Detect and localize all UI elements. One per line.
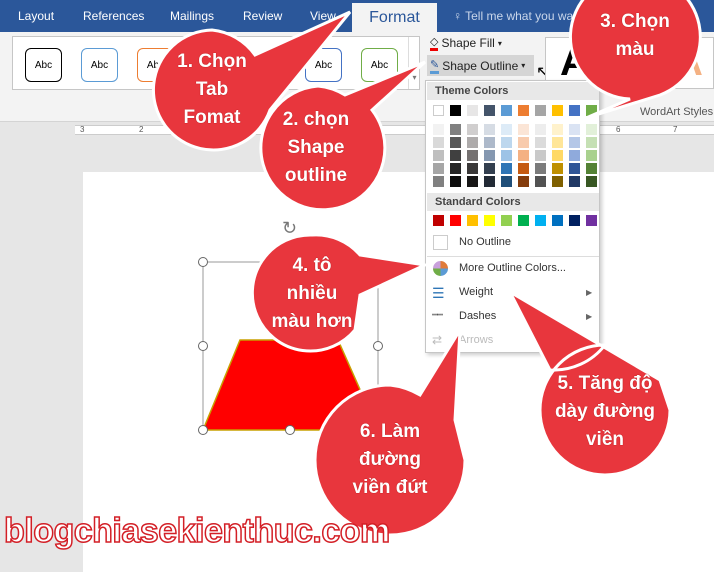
more-outline-colors-item[interactable]: More Outline Colors... — [459, 262, 566, 274]
submenu-arrow-icon: ▶ — [586, 312, 593, 321]
theme-shade-swatch[interactable] — [586, 176, 597, 187]
theme-color-swatch[interactable] — [501, 105, 512, 116]
theme-shade-swatch[interactable] — [450, 176, 461, 187]
theme-color-swatch[interactable] — [467, 105, 478, 116]
theme-shade-swatch[interactable] — [586, 137, 597, 148]
theme-shade-swatch[interactable] — [433, 124, 444, 135]
theme-shade-swatch[interactable] — [518, 137, 529, 148]
standard-color-swatch[interactable] — [586, 215, 597, 226]
theme-shade-swatch[interactable] — [501, 150, 512, 161]
standard-color-swatch[interactable] — [535, 215, 546, 226]
theme-color-swatch[interactable] — [518, 105, 529, 116]
standard-color-swatch[interactable] — [484, 215, 495, 226]
theme-shade-swatch[interactable] — [552, 150, 563, 161]
theme-shade-swatch[interactable] — [433, 163, 444, 174]
theme-shade-swatch[interactable] — [501, 163, 512, 174]
theme-shade-swatch[interactable] — [518, 163, 529, 174]
submenu-arrow-icon: ▶ — [586, 336, 593, 345]
theme-colors-header: Theme Colors — [427, 82, 599, 100]
theme-color-swatch[interactable] — [484, 105, 495, 116]
theme-shade-swatch[interactable] — [569, 163, 580, 174]
standard-color-swatch[interactable] — [501, 215, 512, 226]
standard-color-swatch[interactable] — [569, 215, 580, 226]
arrows-icon: ⇄ — [432, 333, 443, 347]
theme-shade-swatch[interactable] — [450, 163, 461, 174]
theme-shade-swatch[interactable] — [569, 176, 580, 187]
no-outline-item[interactable]: No Outline — [459, 236, 511, 248]
theme-shade-swatch[interactable] — [484, 176, 495, 187]
theme-shade-swatch[interactable] — [535, 176, 546, 187]
weight-icon: ☰ — [432, 285, 445, 301]
theme-shade-swatch[interactable] — [569, 137, 580, 148]
callout-5: 5. Tăng độ dày đường viền — [554, 373, 656, 450]
theme-shade-swatch[interactable] — [467, 163, 478, 174]
callout-1: 1. Chọn Tab Fomat — [177, 51, 247, 128]
red-triangle-shape[interactable] — [201, 339, 380, 431]
theme-shade-swatch[interactable] — [484, 163, 495, 174]
theme-color-swatch[interactable] — [552, 105, 563, 116]
watermark: blogchiasekienthuc.com — [3, 511, 391, 551]
theme-shade-swatch[interactable] — [450, 124, 461, 135]
theme-shade-swatch[interactable] — [433, 137, 444, 148]
theme-shade-swatch[interactable] — [535, 124, 546, 135]
theme-shade-swatch[interactable] — [535, 137, 546, 148]
rotate-handle-icon[interactable]: ↻ — [282, 218, 297, 238]
theme-shade-swatch[interactable] — [484, 137, 495, 148]
callout-6: 6. Làm đường viền đứt — [352, 421, 428, 498]
theme-shade-swatch[interactable] — [467, 137, 478, 148]
theme-shade-swatch[interactable] — [569, 150, 580, 161]
theme-shade-swatch[interactable] — [433, 176, 444, 187]
theme-color-swatch[interactable] — [586, 105, 597, 116]
shape-outline-dropdown: Theme Colors Standard Colors No Outline … — [425, 80, 600, 353]
theme-shade-swatch[interactable] — [484, 150, 495, 161]
theme-shade-swatch[interactable] — [586, 150, 597, 161]
theme-shade-swatch[interactable] — [586, 124, 597, 135]
standard-color-swatch[interactable] — [433, 215, 444, 226]
theme-shade-swatch[interactable] — [484, 124, 495, 135]
no-outline-swatch — [433, 235, 448, 250]
callout-2: 2. chọn Shape outline — [282, 109, 350, 186]
theme-shade-swatch[interactable] — [518, 150, 529, 161]
theme-shade-swatch[interactable] — [518, 176, 529, 187]
color-wheel-icon — [433, 261, 448, 276]
theme-color-swatch[interactable] — [433, 105, 444, 116]
callout-4: 4. tô nhiều màu hơn — [271, 255, 353, 332]
standard-color-swatch[interactable] — [467, 215, 478, 226]
dashes-item[interactable]: Dashes — [459, 310, 496, 322]
theme-shade-swatch[interactable] — [569, 124, 580, 135]
theme-shade-swatch[interactable] — [467, 150, 478, 161]
theme-shade-swatch[interactable] — [450, 150, 461, 161]
theme-shade-swatch[interactable] — [467, 176, 478, 187]
theme-shade-swatch[interactable] — [552, 163, 563, 174]
theme-shade-swatch[interactable] — [467, 124, 478, 135]
theme-shade-swatch[interactable] — [552, 124, 563, 135]
arrows-item: Arrows — [459, 334, 494, 346]
theme-color-swatch[interactable] — [450, 105, 461, 116]
callout-3: 3. Chọn màu — [600, 11, 670, 60]
theme-shade-swatch[interactable] — [535, 163, 546, 174]
theme-shade-swatch[interactable] — [518, 124, 529, 135]
theme-shade-swatch[interactable] — [450, 137, 461, 148]
weight-item[interactable]: Weight — [459, 286, 493, 298]
theme-shade-swatch[interactable] — [501, 137, 512, 148]
standard-colors-header: Standard Colors — [427, 193, 599, 211]
theme-shade-swatch[interactable] — [552, 137, 563, 148]
dashes-icon: ┅┅ — [432, 310, 443, 321]
theme-shade-swatch[interactable] — [535, 150, 546, 161]
theme-shade-swatch[interactable] — [552, 176, 563, 187]
standard-color-swatch[interactable] — [518, 215, 529, 226]
theme-color-swatch[interactable] — [569, 105, 580, 116]
standard-color-swatch[interactable] — [552, 215, 563, 226]
theme-shade-swatch[interactable] — [586, 163, 597, 174]
theme-color-swatch[interactable] — [535, 105, 546, 116]
standard-color-swatch[interactable] — [450, 215, 461, 226]
theme-shade-swatch[interactable] — [433, 150, 444, 161]
submenu-arrow-icon: ▶ — [586, 288, 593, 297]
theme-shade-swatch[interactable] — [501, 176, 512, 187]
theme-shade-swatch[interactable] — [501, 124, 512, 135]
